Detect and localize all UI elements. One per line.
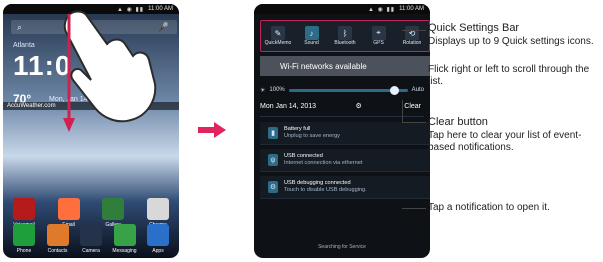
callout-clear-desc: Tap here to clear your list of event-bas… — [428, 130, 582, 153]
bluetooth-icon: ᛒ — [338, 26, 352, 40]
notification-battery-full[interactable]: ▮ Battery full Unplug to save energy — [260, 122, 430, 145]
usb-icon: ψ — [268, 154, 278, 166]
dock-camera[interactable]: Camera — [76, 224, 106, 254]
status-time: 11:00 AM — [399, 6, 424, 12]
qs-quickmemo[interactable]: ✎ QuickMemo — [263, 26, 293, 46]
callout-clear-title: Clear button — [428, 116, 488, 128]
home-screen-phone: ▲ ◉ ▮▮ 11:00 AM ⌕ 🎤 Atlanta 11:0 70° Mon… — [3, 4, 179, 258]
brightness-knob[interactable] — [389, 85, 399, 95]
brightness-percent: 100% — [269, 87, 285, 93]
brightness-icon: ☀ — [260, 87, 266, 94]
callout-qs-title: Quick Settings Bar — [428, 22, 520, 34]
callout-notif-desc: Tap a notification to open it. — [428, 202, 550, 213]
brightness-auto[interactable]: Auto — [412, 87, 424, 93]
gallery-icon — [102, 198, 125, 220]
dock-row: Phone Contacts Camera Messaging Apps — [9, 224, 173, 254]
notification-usb-connected[interactable]: ψ USB connected Internet connection via … — [260, 149, 430, 172]
phone-icon — [13, 224, 35, 246]
callout-line-clear-horiz — [402, 122, 426, 123]
notifications-header: Mon Jan 14, 2013 ⚙ Clear — [260, 100, 424, 117]
status-bar: ▲ ◉ ▮▮ 11:00 AM — [254, 4, 430, 14]
callout-qs-desc: Displays up to 9 Quick settings icons. — [428, 36, 594, 47]
contacts-icon — [46, 224, 69, 246]
battery-icon: ▮ — [268, 127, 278, 139]
callout-line-clear-vert — [402, 100, 403, 122]
brightness-slider[interactable] — [288, 85, 408, 95]
clear-button[interactable]: Clear — [401, 102, 424, 111]
settings-gear-icon[interactable]: ⚙ — [356, 102, 362, 110]
dock-contacts[interactable]: Contacts — [43, 224, 73, 254]
transition-arrow-icon — [198, 122, 226, 138]
dock-phone[interactable]: Phone — [9, 224, 39, 254]
email-icon — [57, 198, 80, 220]
notifications-panel-phone: ▲ ◉ ▮▮ 11:00 AM ✎ QuickMemo ♪ Sound ᛒ Bl… — [254, 4, 430, 258]
callout-line-notif — [402, 208, 426, 209]
dock-messaging[interactable]: Messaging — [110, 224, 140, 254]
dock-apps[interactable]: Apps — [143, 224, 173, 254]
brightness-control[interactable]: ☀ 100% Auto — [260, 82, 424, 98]
notifications-date: Mon Jan 14, 2013 — [260, 102, 317, 110]
messaging-icon — [113, 224, 136, 246]
debug-icon: ⚙ — [268, 181, 278, 193]
quick-settings-bar[interactable]: ✎ QuickMemo ♪ Sound ᛒ Bluetooth ⌖ GPS ⟲ … — [260, 20, 430, 52]
qs-gps[interactable]: ⌖ GPS — [364, 26, 394, 46]
status-icons: ▲ ◉ ▮▮ — [367, 6, 396, 13]
qs-bluetooth[interactable]: ᛒ Bluetooth — [330, 26, 360, 46]
quickmemo-icon: ✎ — [271, 26, 285, 40]
sound-icon: ♪ — [304, 26, 319, 40]
callout-line-qs — [402, 30, 426, 31]
bottom-hint: Searching for Service — [318, 244, 366, 250]
search-icon: ⌕ — [17, 21, 23, 32]
notification-usb-debugging[interactable]: ⚙ USB debugging connected Touch to disab… — [260, 176, 430, 199]
chrome-icon — [146, 198, 169, 220]
camera-icon — [80, 224, 102, 246]
voicemail-icon — [13, 198, 35, 220]
hand-swipe-icon — [63, 10, 157, 123]
qs-rotation[interactable]: ⟲ Rotation — [397, 26, 427, 46]
apps-grid-icon — [147, 224, 169, 246]
callout-qs-desc2: Flick right or left to scroll through th… — [428, 64, 590, 87]
wifi-networks-banner[interactable]: Wi-Fi networks available — [260, 56, 430, 76]
qs-sound[interactable]: ♪ Sound — [297, 26, 327, 46]
swipe-down-arrow — [63, 14, 75, 132]
gps-icon: ⌖ — [371, 26, 386, 40]
clock-city: Atlanta — [13, 42, 35, 49]
rotation-icon: ⟲ — [405, 26, 419, 40]
